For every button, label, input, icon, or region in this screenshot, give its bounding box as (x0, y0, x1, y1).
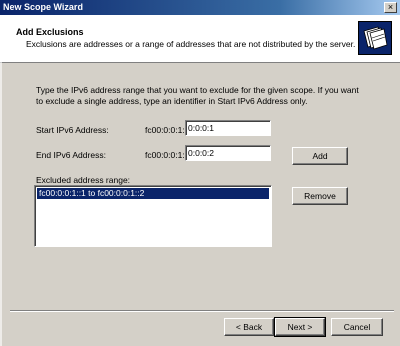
title-bar: New Scope Wizard (0, 0, 400, 15)
end-address-label: End IPv6 Address: (36, 150, 106, 160)
start-address-label: Start IPv6 Address: (36, 125, 109, 135)
back-button[interactable]: < Back (224, 318, 274, 336)
close-button[interactable]: × (384, 2, 397, 13)
cancel-button[interactable]: Cancel (331, 318, 383, 336)
instructions-text: Type the IPv6 address range that you wan… (36, 85, 359, 106)
end-address-prefix: fc00:0:0:1: (145, 150, 185, 160)
left-edge (0, 62, 2, 346)
remove-button[interactable]: Remove (292, 187, 348, 205)
start-address-prefix: fc00:0:0:1: (145, 125, 185, 135)
end-address-input[interactable]: 0:0:0:2 (185, 145, 271, 161)
page-title: Add Exclusions (16, 27, 84, 37)
excluded-range-list[interactable]: fc00:0:0:1::1 to fc00:0:0:1::2 (34, 185, 272, 247)
window-title: New Scope Wizard (3, 2, 83, 12)
footer-separator (10, 310, 394, 312)
next-button[interactable]: Next > (274, 317, 326, 337)
start-address-input[interactable]: 0:0:0:1 (185, 120, 271, 136)
page-subtitle: Exclusions are addresses or a range of a… (26, 39, 356, 49)
list-item[interactable]: fc00:0:0:1::1 to fc00:0:0:1::2 (37, 188, 269, 199)
folders-icon (358, 21, 392, 55)
add-button[interactable]: Add (292, 147, 348, 165)
excluded-range-label: Excluded address range: (36, 175, 131, 185)
